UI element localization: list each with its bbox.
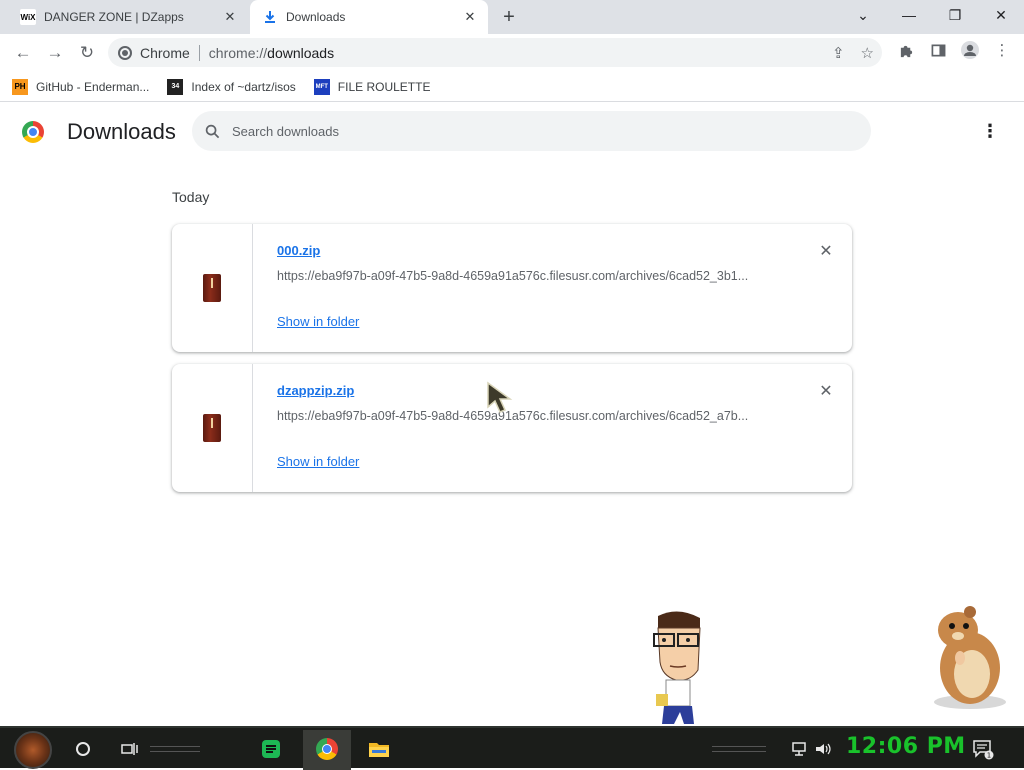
- close-tab-icon[interactable]: ✕: [218, 5, 242, 29]
- volume-icon[interactable]: [810, 736, 836, 762]
- cartoon-man-desktop-pet-icon: [653, 611, 701, 724]
- network-icon[interactable]: [786, 736, 812, 762]
- chrome-menu-icon[interactable]: ⋮: [990, 38, 1014, 62]
- reload-button[interactable]: ↻: [72, 38, 102, 68]
- download-item: 000.zip https://eba9f97b-a09f-47b5-9a8d-…: [172, 224, 852, 352]
- site-name: Chrome: [140, 44, 190, 61]
- bookmark-label: Index of ~dartz/isos: [191, 79, 296, 94]
- search-input[interactable]: [232, 123, 832, 139]
- wix-favicon-icon: WiX: [20, 9, 36, 25]
- site-info-chip[interactable]: Chrome: [118, 45, 190, 61]
- forward-button[interactable]: →: [40, 38, 70, 68]
- side-panel-icon[interactable]: [926, 38, 950, 62]
- chrome-taskbar-icon[interactable]: [314, 736, 340, 762]
- download-filename-link[interactable]: dzappzip.zip: [277, 383, 354, 398]
- chrome-page-icon: [118, 45, 132, 60]
- zip-archive-icon: [203, 414, 221, 442]
- downloads-header: Downloads ⋮: [0, 103, 1024, 159]
- extensions-puzzle-icon[interactable]: [894, 38, 918, 62]
- show-in-folder-link[interactable]: Show in folder: [277, 314, 359, 329]
- site-favicon-icon: 34: [167, 78, 184, 95]
- mouse-cursor-icon: [487, 381, 513, 413]
- file-icon-column: [172, 224, 253, 352]
- zip-archive-icon: [203, 274, 221, 302]
- download-filename-link[interactable]: 000.zip: [277, 243, 320, 258]
- site-favicon-icon: MFT: [313, 78, 330, 95]
- search-icon: [192, 124, 232, 139]
- tab-strip: WiX DANGER ZONE | DZapps ✕ Downloads ✕ +…: [0, 0, 1024, 34]
- bookmark-label: GitHub - Enderman...: [36, 79, 150, 94]
- chrome-logo-icon: [22, 121, 44, 143]
- notification-count: 1: [987, 752, 991, 760]
- remove-download-icon[interactable]: ✕: [815, 240, 837, 262]
- download-source-url[interactable]: https://eba9f97b-a09f-47b5-9a8d-4659a91a…: [277, 409, 777, 423]
- new-tab-button[interactable]: +: [496, 4, 522, 30]
- profile-avatar-icon[interactable]: [958, 38, 982, 62]
- show-in-folder-link[interactable]: Show in folder: [277, 454, 359, 469]
- page-title: Downloads: [67, 119, 176, 144]
- ph-favicon-icon: PH: [12, 78, 28, 95]
- url-scheme: chrome://: [208, 44, 268, 61]
- bookmark-star-icon[interactable]: ☆: [861, 44, 874, 62]
- windows-taskbar: 12:06 PM 1: [0, 726, 1024, 770]
- tab-downloads[interactable]: Downloads ✕: [250, 0, 488, 34]
- address-bar[interactable]: Chrome chrome://downloads ⇪ ☆: [108, 38, 882, 67]
- system-clock[interactable]: 12:06 PM: [846, 734, 966, 759]
- notes-app-icon[interactable]: [258, 736, 284, 762]
- bookmark-item[interactable]: PH GitHub - Enderman...: [12, 78, 150, 95]
- task-view-icon[interactable]: [117, 736, 143, 762]
- tab-title: DANGER ZONE | DZapps: [44, 10, 184, 24]
- hamster-desktop-pet-icon: [934, 606, 1006, 709]
- remove-download-icon[interactable]: ✕: [815, 380, 837, 402]
- cortana-search-icon[interactable]: [70, 736, 96, 762]
- minimize-button[interactable]: —: [886, 0, 932, 30]
- share-icon[interactable]: ⇪: [832, 44, 845, 62]
- chrome-logo-icon: [316, 738, 338, 760]
- taskbar-decoration: [150, 746, 200, 752]
- download-icon: [262, 9, 278, 25]
- taskbar-decoration: [712, 746, 766, 752]
- file-icon-column: [172, 364, 253, 492]
- close-window-button[interactable]: ✕: [978, 0, 1024, 30]
- search-downloads-box[interactable]: [192, 111, 871, 151]
- bookmarks-bar: PH GitHub - Enderman... 34 Index of ~dar…: [0, 72, 1024, 102]
- divider: [198, 44, 200, 61]
- date-section-label: Today: [172, 189, 210, 205]
- more-actions-icon[interactable]: ⋮: [978, 119, 1002, 143]
- restore-button[interactable]: ❐: [932, 0, 978, 30]
- browser-toolbar: ← → ↻ Chrome chrome://downloads ⇪ ☆ ⋮: [0, 34, 1024, 72]
- tab-search-chevron-icon[interactable]: ⌄: [840, 0, 886, 30]
- start-button[interactable]: [14, 731, 52, 769]
- bookmark-item[interactable]: MFT FILE ROULETTE: [313, 78, 431, 95]
- bookmark-label: FILE ROULETTE: [337, 79, 431, 94]
- download-source-url[interactable]: https://eba9f97b-a09f-47b5-9a8d-4659a91a…: [277, 269, 777, 283]
- back-button[interactable]: ←: [8, 38, 38, 68]
- file-explorer-icon[interactable]: [366, 736, 392, 762]
- bookmark-item[interactable]: 34 Index of ~dartz/isos: [167, 78, 296, 95]
- url-host: downloads: [267, 44, 335, 61]
- close-tab-icon[interactable]: ✕: [458, 5, 482, 29]
- tab-title: Downloads: [286, 10, 346, 24]
- action-center-icon[interactable]: 1: [970, 736, 996, 762]
- tab-danger-zone[interactable]: WiX DANGER ZONE | DZapps ✕: [8, 0, 248, 34]
